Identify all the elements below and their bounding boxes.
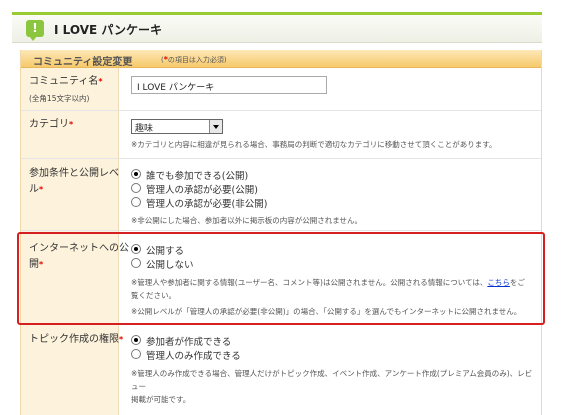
speech-bubble-exclamation-icon — [26, 20, 44, 41]
radio-button[interactable] — [131, 335, 141, 345]
page-header: I LOVE パンケーキ — [12, 12, 542, 43]
section-title: コミュニティ設定変更 — [33, 57, 133, 68]
highlight-box — [17, 232, 545, 325]
chevron-down-icon[interactable] — [209, 120, 222, 133]
page-title: I LOVE パンケーキ — [54, 23, 163, 37]
community-name-input[interactable]: I LOVE パンケーキ — [131, 76, 327, 94]
category-selected-value: 趣味 — [135, 124, 154, 134]
community-name-sublabel: (全角15文字以内) — [29, 94, 90, 103]
participation-label: 参加条件と公開レベ ル* — [29, 168, 119, 195]
radio-button[interactable] — [131, 169, 141, 179]
section-header: コミュニティ設定変更 (*の項目は入力必須) — [21, 50, 541, 68]
category-select[interactable]: 趣味 — [131, 119, 223, 134]
participation-note: ※非公開にした場合、参加者以外に掲示板の内容が公開されません。 — [131, 216, 363, 225]
radio-button[interactable] — [131, 197, 141, 207]
required-note: (*の項目は入力必須) — [161, 55, 227, 65]
row-community-name: コミュニティ名* (全角15文字以内) I LOVE パンケーキ — [21, 68, 541, 111]
radio-button[interactable] — [131, 183, 141, 193]
category-label: カテゴリ* — [29, 119, 74, 130]
topic-permission-note: ※管理人のみ作成できる場合、管理人だけがトピック作成、イベント作成、アンケート作… — [131, 369, 533, 404]
radio-button[interactable] — [131, 349, 141, 359]
topic-permission-label: トピック作成の権限* — [29, 334, 124, 345]
category-note: ※カテゴリと内容に相違が見られる場合、事務局の判断で適切なカテゴリに移動させて頂… — [131, 140, 497, 149]
row-participation: 参加条件と公開レベ ル* 誰でも参加できる(公開) 管理人の承認が必要(公開) 管… — [21, 159, 541, 231]
community-name-label: コミュニティ名* — [29, 76, 103, 87]
row-category: カテゴリ* 趣味 ※カテゴリと内容に相違が見られる場合、事務局の判断で適切なカテ… — [21, 111, 541, 159]
required-note-text: の項目は入力必須) — [167, 56, 227, 64]
row-topic-permission: トピック作成の権限* 参加者が作成できる 管理人のみ作成できる ※管理人のみ作成… — [21, 325, 541, 415]
